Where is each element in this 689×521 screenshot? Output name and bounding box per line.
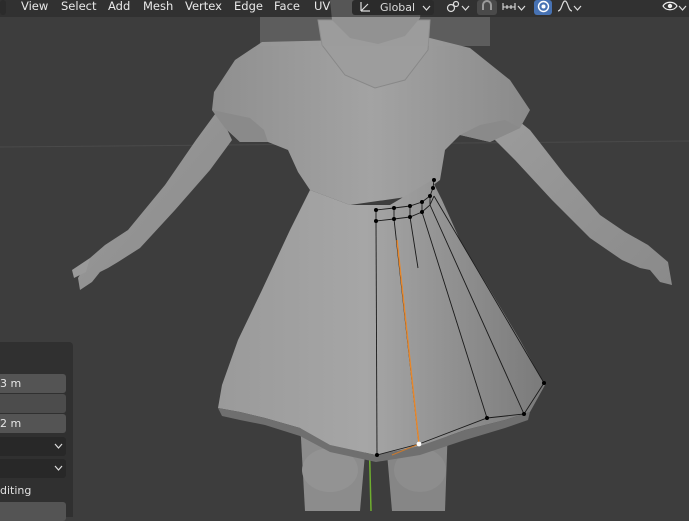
falloff-dropdown[interactable] [554,0,584,15]
mannequin-right-arm [495,110,672,285]
adjust-last-operation-panel: 3 m 2 m diting [0,342,73,521]
snap-toggle[interactable] [477,0,497,15]
value-field-2-text: 2 m [0,417,22,430]
option-dropdown-2[interactable] [0,459,66,478]
viewport-scene [0,0,689,511]
option-dropdown-1[interactable] [0,437,66,456]
pivot-point-dropdown[interactable] [440,0,474,15]
transform-orientation-label: Global [380,1,416,14]
falloff-curve-icon [557,0,573,15]
value-field-1[interactable]: 3 m [0,374,66,393]
overlay-band [260,17,490,46]
menu-uv[interactable]: UV [314,0,330,15]
menu-select[interactable]: Select [61,0,96,15]
eye-visibility-icon [662,0,678,15]
menu-mesh[interactable]: Mesh [143,0,173,15]
3d-viewport[interactable] [0,0,689,511]
visibility-dropdown[interactable] [660,0,689,15]
snap-target-dropdown[interactable] [498,0,528,15]
transform-orientation-icon [358,0,372,15]
chevron-down-icon [461,1,470,14]
snap-magnet-icon [480,0,494,15]
chevron-down-icon [517,1,526,14]
value-field-1-text: 3 m [0,377,22,390]
viewport-header: View Select Add Mesh Vertex Edge Face UV… [0,0,689,17]
dress-skirt [218,180,545,462]
chevron-down-icon [54,461,63,474]
menu-view[interactable]: View [21,0,48,15]
dress-bodice [212,19,530,205]
chevron-down-icon [573,1,582,14]
proportional-editing-icon [537,0,550,16]
option-field-3[interactable] [0,502,66,521]
proportional-editing-toggle[interactable] [534,0,552,15]
editing-option-label: diting [0,484,32,497]
menu-edge[interactable]: Edge [234,0,263,15]
active-vertex [416,441,422,447]
chevron-down-icon [678,1,687,14]
transform-orientation-dropdown[interactable]: Global [352,0,434,15]
pivot-point-icon [445,0,461,16]
menu-vertex[interactable]: Vertex [185,0,222,15]
chevron-down-icon [422,1,431,14]
menu-add[interactable]: Add [108,0,130,15]
chevron-down-icon [54,439,63,452]
value-field-2[interactable]: 2 m [0,414,66,433]
value-field-empty[interactable] [0,394,66,413]
mannequin-left-arm [72,110,232,290]
editor-type-button[interactable] [0,0,6,15]
menu-face[interactable]: Face [274,0,300,15]
snap-increment-icon [501,0,517,15]
